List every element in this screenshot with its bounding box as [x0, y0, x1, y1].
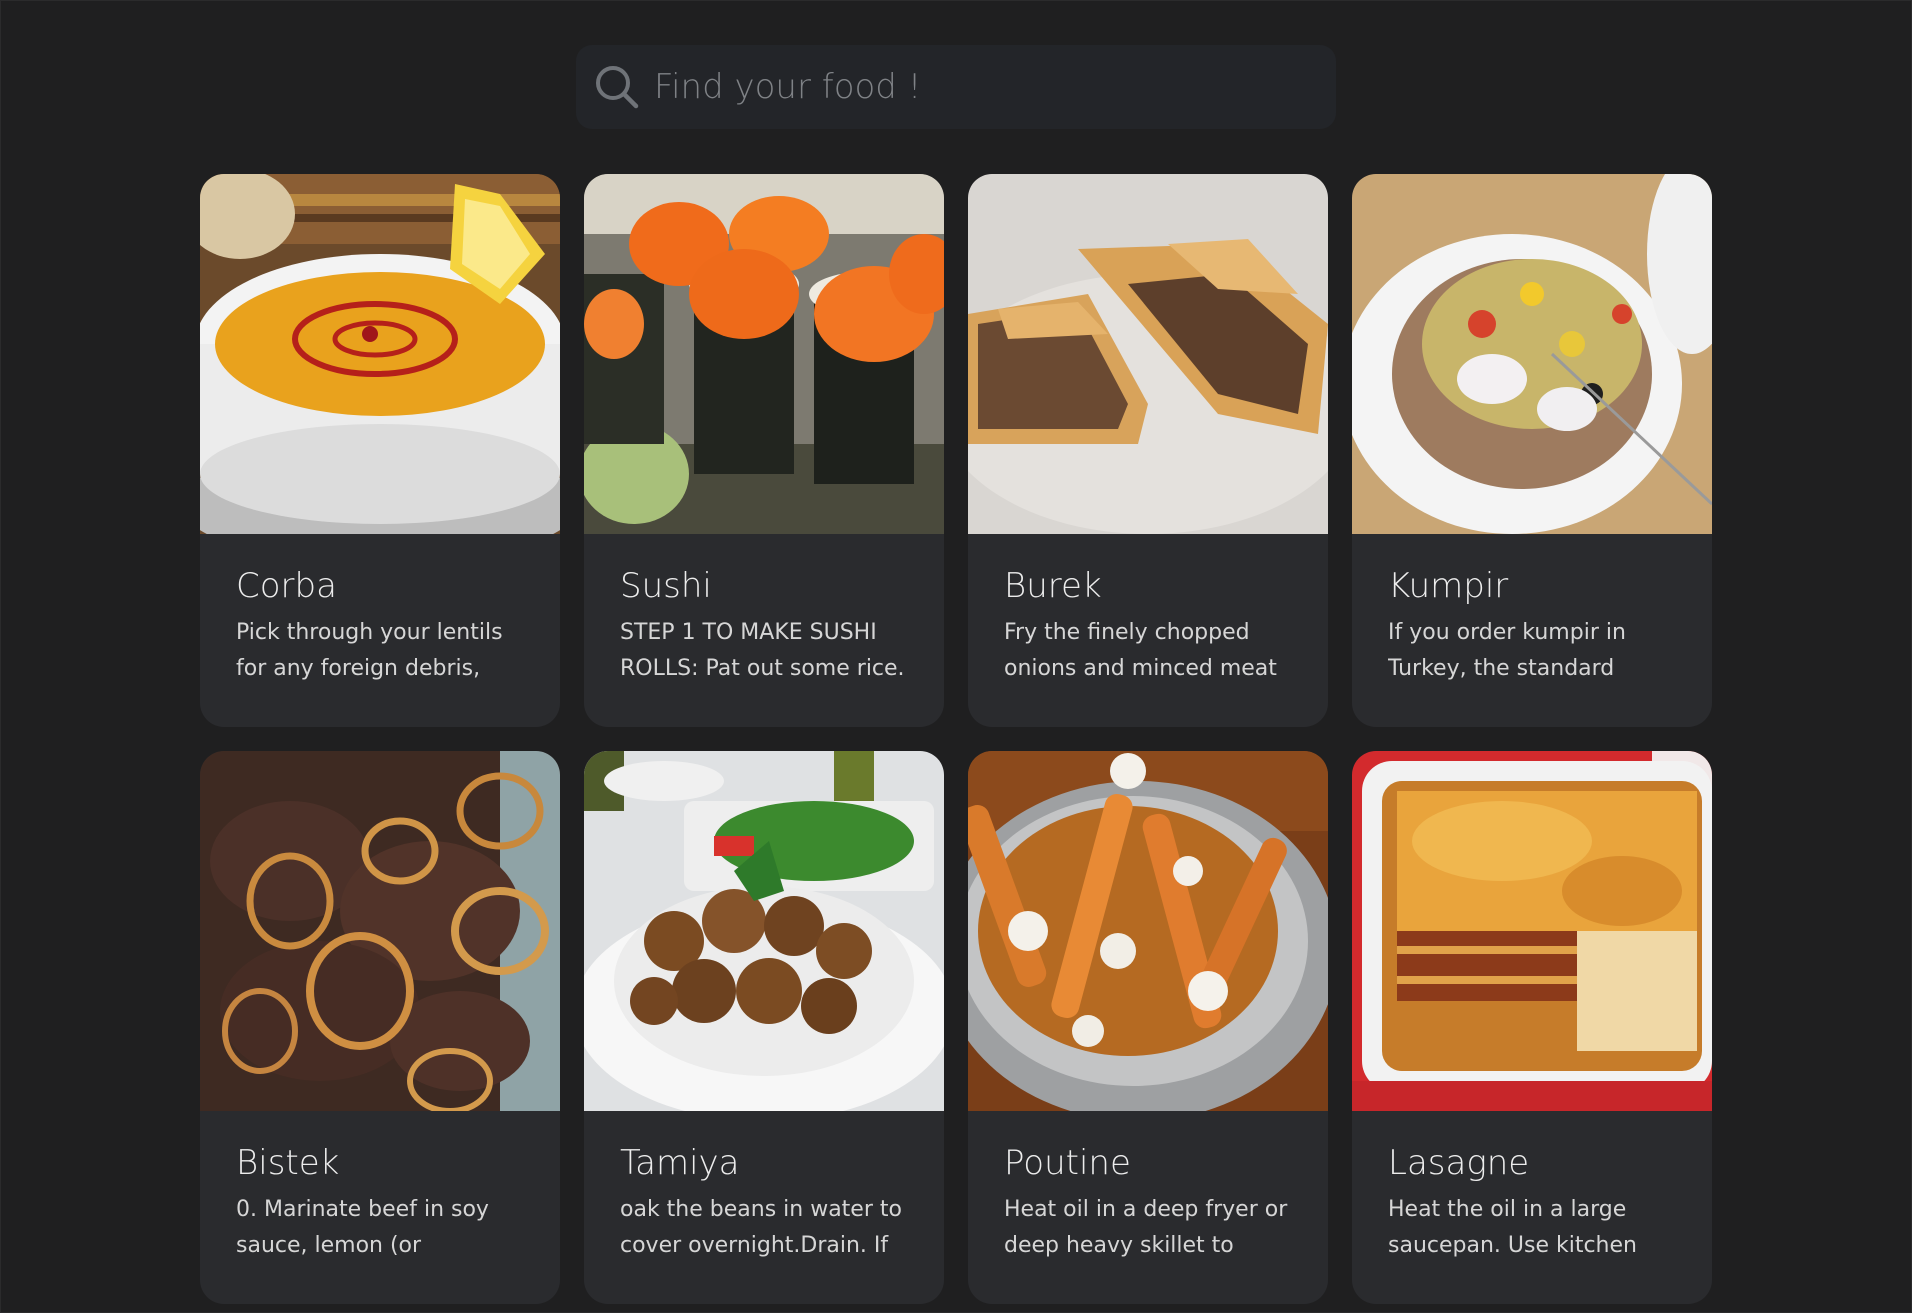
food-description: Pick through your lentils for any foreig…: [236, 620, 503, 682]
food-card[interactable]: Sushi STEP 1 TO MAKE SUSHI ROLLS: Pat ou…: [584, 174, 944, 727]
baked-potato-image: [1352, 174, 1712, 534]
food-description: oak the beans in water to cover overnigh…: [620, 1197, 902, 1259]
soup-bowl-image: [200, 174, 560, 534]
food-title: Sushi: [620, 566, 712, 606]
sushi-rolls-image: [584, 174, 944, 534]
search-bar[interactable]: [576, 45, 1336, 129]
food-description: Heat the oil in a large saucepan. Use ki…: [1388, 1197, 1637, 1259]
food-grid: Corba Pick through your lentils for any …: [200, 174, 1714, 1304]
lasagne-dish-image: [1352, 751, 1712, 1111]
food-title: Tamiya: [620, 1143, 740, 1183]
food-description: Heat oil in a deep fryer or deep heavy s…: [1004, 1197, 1288, 1259]
food-title: Lasagne: [1388, 1143, 1530, 1183]
food-card[interactable]: Bistek 0. Marinate beef in soy sauce, le…: [200, 751, 560, 1304]
food-card[interactable]: Poutine Heat oil in a deep fryer or deep…: [968, 751, 1328, 1304]
food-title: Corba: [236, 566, 337, 606]
search-icon[interactable]: [590, 60, 644, 114]
food-card[interactable]: Burek Fry the finely chopped onions and …: [968, 174, 1328, 727]
food-card[interactable]: Corba Pick through your lentils for any …: [200, 174, 560, 727]
food-description: 0. Marinate beef in soy sauce, lemon (or: [236, 1197, 489, 1259]
food-description: STEP 1 TO MAKE SUSHI ROLLS: Pat out some…: [620, 620, 905, 682]
burek-pastry-image: [968, 174, 1328, 534]
falafel-plate-image: [584, 751, 944, 1111]
page: Corba Pick through your lentils for any …: [0, 0, 1912, 1313]
poutine-fries-image: [968, 751, 1328, 1111]
food-card[interactable]: Lasagne Heat the oil in a large saucepan…: [1352, 751, 1712, 1304]
food-description: Fry the finely chopped onions and minced…: [1004, 620, 1277, 682]
food-title: Burek: [1004, 566, 1102, 606]
food-title: Kumpir: [1388, 566, 1509, 606]
food-card[interactable]: Kumpir If you order kumpir in Turkey, th…: [1352, 174, 1712, 727]
food-description: If you order kumpir in Turkey, the stand…: [1388, 620, 1626, 682]
food-title: Poutine: [1004, 1143, 1131, 1183]
food-card[interactable]: Tamiya oak the beans in water to cover o…: [584, 751, 944, 1304]
beef-onions-image: [200, 751, 560, 1111]
search-input[interactable]: [654, 67, 1294, 107]
food-title: Bistek: [236, 1143, 340, 1183]
